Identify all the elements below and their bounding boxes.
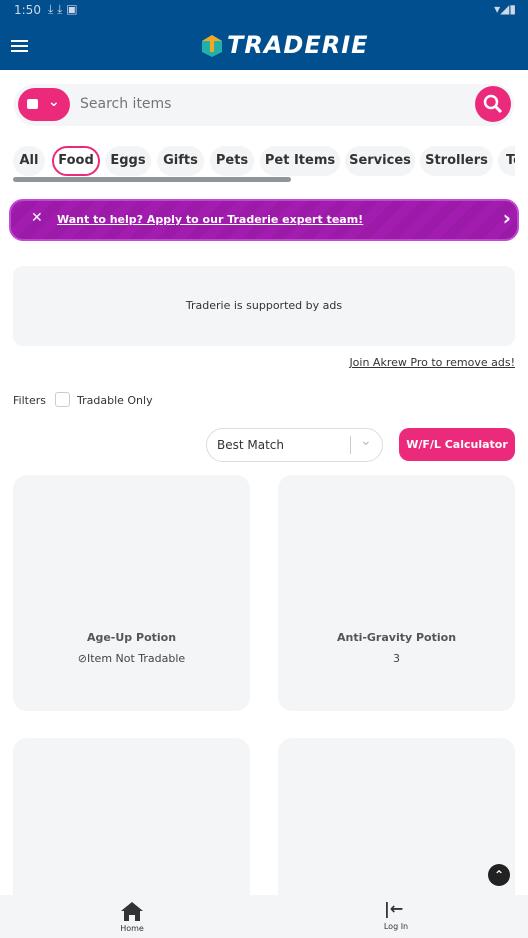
chevron-down-icon: ⌄ [360,433,372,449]
signal-battery-icon: ▾◢▮ [494,2,516,16]
category-chip-all[interactable]: All [13,146,45,176]
chevron-right-icon[interactable]: › [503,206,511,230]
login-icon: |← [384,899,404,918]
banner-text[interactable]: Want to help? Apply to our Traderie expe… [57,213,363,226]
item-count: 3 [393,652,400,665]
download-icon: ⤓ ⤓ ▣ [48,2,78,16]
status-bar: 1:50 ⤓ ⤓ ▣ ▾◢▮ [0,0,528,22]
category-chip-food[interactable]: Food [52,146,100,176]
divider [350,436,351,454]
category-chip-eggs[interactable]: Eggs [105,146,151,176]
app-header: TRADERIE [0,22,528,70]
expert-team-banner[interactable]: ✕ Want to help? Apply to our Traderie ex… [9,199,519,241]
ad-text: Traderie is supported by ads [185,299,343,312]
tradable-only-checkbox[interactable] [55,392,70,407]
nav-home[interactable]: Home [100,899,164,937]
logo-icon [201,34,223,58]
status-time: 1:50 [14,3,41,17]
not-tradable-icon: ⊘ [77,652,87,665]
logo-text[interactable]: TRADERIE [227,31,369,59]
box-icon [27,99,38,109]
sort-selected: Best Match [217,438,285,452]
menu-icon[interactable] [11,40,28,52]
bottom-nav: Home |← Log In [0,895,528,938]
nav-login-label: Log In [383,922,409,931]
sort-select[interactable]: Best Match ⌄ [206,428,383,462]
category-chip-services[interactable]: Services [345,146,415,176]
ad-placeholder: Traderie is supported by ads [13,266,515,346]
home-icon [121,902,143,921]
remove-ads-link[interactable]: Join Akrew Pro to remove ads! [349,356,515,369]
search-icon [483,94,503,114]
item-card[interactable]: Age-Up Potion ⊘Item Not Tradable [13,475,250,711]
chip-scrollbar[interactable] [13,177,291,182]
tradable-only-label[interactable]: Tradable Only [77,394,153,407]
item-name: Age-Up Potion [86,631,177,644]
scroll-top-button[interactable]: ⌃ [488,864,510,886]
search-input[interactable] [80,90,460,118]
category-dropdown-button[interactable]: ⌄ [18,88,70,121]
category-chip-pet-items[interactable]: Pet Items [260,146,340,176]
chevron-down-icon: ⌄ [48,94,60,110]
chip-clip: Toys [498,146,515,176]
search-button[interactable] [475,86,511,122]
item-status: ⊘Item Not Tradable [13,652,250,665]
nav-home-label: Home [120,924,144,933]
category-chip-toys[interactable]: Toys [498,146,515,176]
category-chip-gifts[interactable]: Gifts [157,146,204,176]
wfl-calculator-button[interactable]: W/F/L Calculator [399,428,515,461]
item-card[interactable]: Anti-Gravity Potion 3 [278,475,515,711]
item-status-text: Item Not Tradable [87,652,186,665]
category-chip-pets[interactable]: Pets [210,146,254,176]
filters-label: Filters [13,394,46,407]
nav-login[interactable]: |← Log In [364,899,428,937]
category-chip-strollers[interactable]: Strollers [420,146,493,176]
item-name: Anti-Gravity Potion [336,631,457,644]
close-icon[interactable]: ✕ [31,210,43,226]
